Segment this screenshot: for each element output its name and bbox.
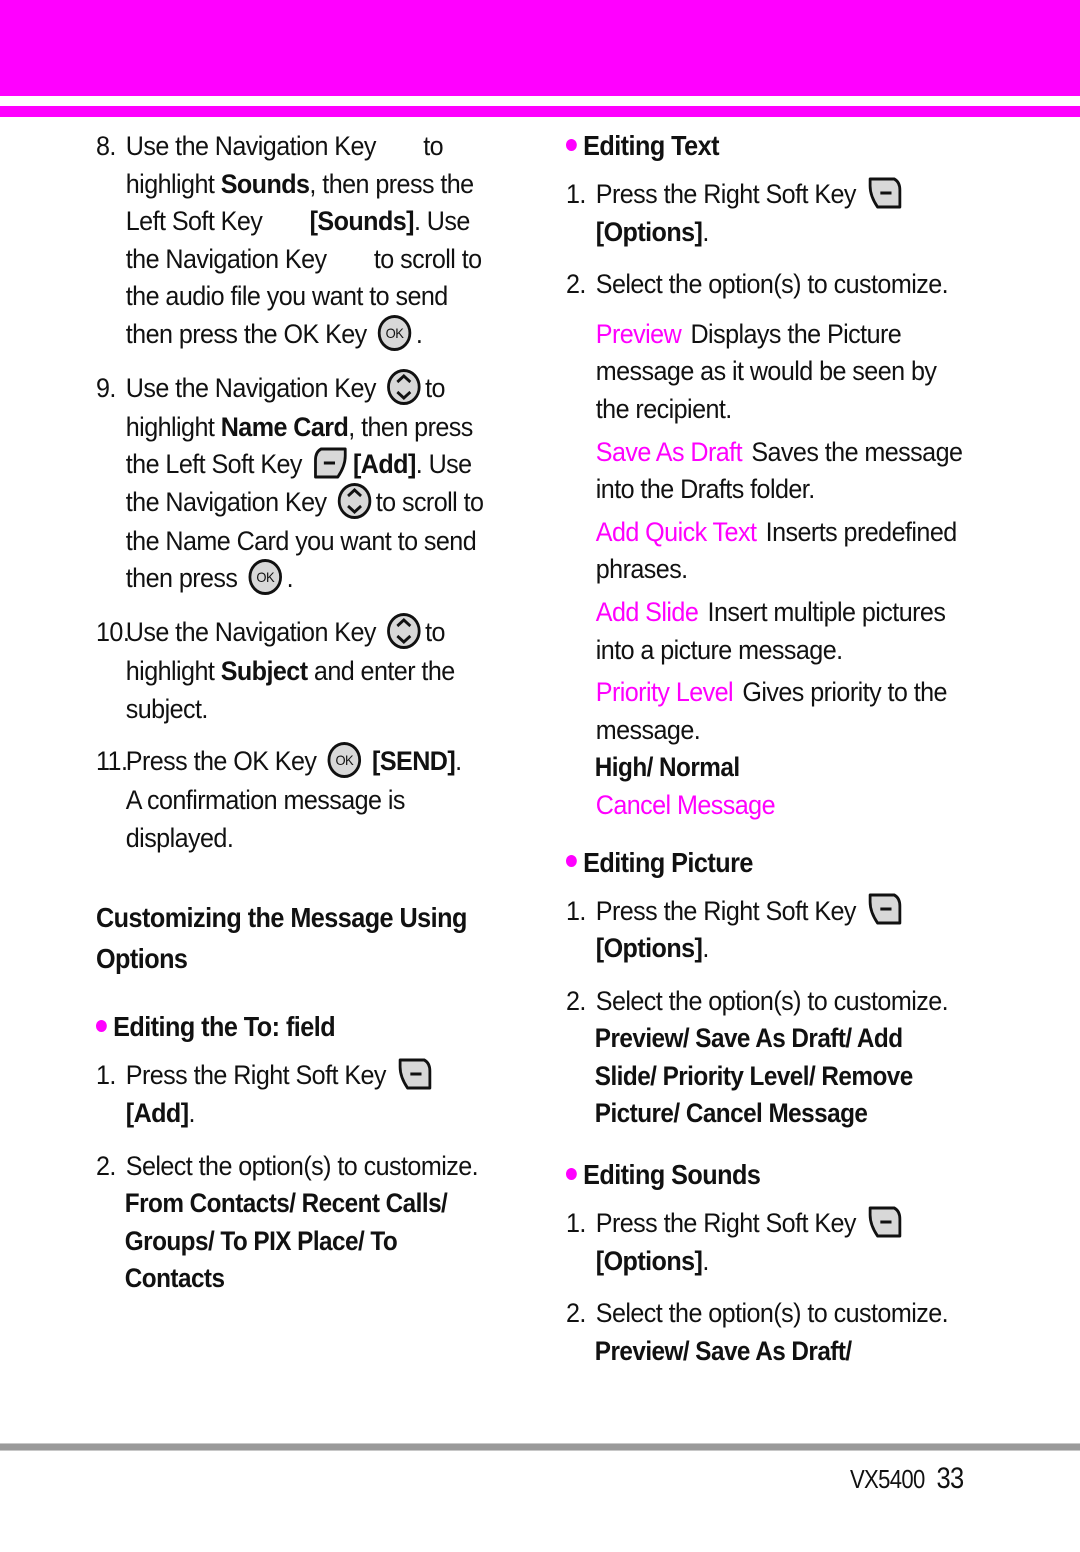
- editing-picture-options: Preview/ Save As Draft/ Add Slide/ Prior…: [594, 1023, 913, 1129]
- ok-key-icon: OK: [248, 558, 283, 596]
- footer-rule: [0, 1443, 1080, 1451]
- editing-sounds-step-2: 2. Select the option(s) to customize.: [566, 1298, 949, 1329]
- bullet-icon: [566, 138, 577, 151]
- option-add-quick-text: Add Quick Text Inserts predefined phrases…: [595, 516, 957, 585]
- bullet-icon: [96, 1019, 107, 1032]
- editing-to-heading: Editing the To: field: [96, 1009, 483, 1045]
- navigation-key-icon: [337, 482, 372, 520]
- page-number: 33: [936, 1462, 964, 1495]
- option-add-slide: Add Slide Insert multiple pictures into a…: [595, 596, 946, 665]
- step-10: 10. Use the Navigation Key to highlight …: [96, 612, 496, 728]
- ok-key-icon: OK: [377, 314, 412, 352]
- editing-picture-step-2: 2. Select the option(s) to customize.: [566, 985, 949, 1016]
- left-column: 8. Use the Navigation Key to highlight S…: [96, 128, 526, 1298]
- right-soft-key-icon: [866, 1205, 903, 1239]
- editing-to-options: From Contacts/ Recent Calls/ Groups/ To …: [124, 1188, 448, 1294]
- step-11: 11. Press the OK Key OK [SEND]. A confir…: [96, 741, 496, 857]
- editing-to-step-1: 1. Press the Right Soft Key [Add].: [96, 1057, 496, 1132]
- priority-values: High/ Normal: [594, 752, 740, 783]
- bullet-icon: [566, 855, 577, 868]
- editing-text-heading: Editing Text: [566, 128, 953, 164]
- step-8: 8. Use the Navigation Key to highlight S…: [96, 128, 496, 355]
- option-cancel-message: Cancel Message: [595, 789, 776, 820]
- editing-sounds-options: Preview/ Save As Draft/: [594, 1335, 852, 1366]
- option-save-as-draft: Save As Draft Saves the message into the …: [595, 436, 963, 505]
- editing-picture-heading: Editing Picture: [566, 845, 953, 881]
- left-soft-key-icon: [312, 446, 349, 480]
- section-heading: Customizing the Message Using Options: [96, 902, 467, 975]
- editing-sounds-step-1: 1. Press the Right Soft Key [Options].: [566, 1205, 966, 1280]
- navigation-key-icon: [386, 368, 421, 406]
- header-stripe: [0, 106, 1080, 117]
- editing-picture-step-1: 1. Press the Right Soft Key [Options].: [566, 893, 966, 968]
- right-soft-key-icon: [866, 892, 903, 926]
- editing-text-step-2: 2. Select the option(s) to customize.: [566, 269, 949, 300]
- navigation-key-icon: [386, 612, 421, 650]
- option-priority-level: Priority Level Gives priority to the mess…: [595, 677, 948, 745]
- editing-to-step-2: 2. Select the option(s) to customize.: [96, 1150, 479, 1181]
- right-soft-key-icon: [866, 176, 903, 210]
- editing-text-step-1: 1. Press the Right Soft Key [Options].: [566, 176, 966, 251]
- svg-text:OK: OK: [386, 325, 404, 341]
- svg-text:OK: OK: [256, 570, 274, 586]
- right-soft-key-icon: [396, 1057, 433, 1091]
- page-footer: VX5400 33: [850, 1462, 964, 1496]
- header-band: [0, 0, 1080, 96]
- ok-key-icon: OK: [327, 741, 362, 779]
- bullet-icon: [566, 1167, 577, 1180]
- model-name: VX5400: [850, 1464, 925, 1494]
- option-preview: Preview Displays the Picture message as i…: [595, 318, 937, 424]
- editing-sounds-heading: Editing Sounds: [566, 1157, 953, 1193]
- svg-text:OK: OK: [335, 753, 353, 769]
- step-9: 9. Use the Navigation Key to highlight N…: [96, 368, 496, 599]
- right-column: Editing Text 1. Press the Right Soft Key…: [566, 128, 996, 1370]
